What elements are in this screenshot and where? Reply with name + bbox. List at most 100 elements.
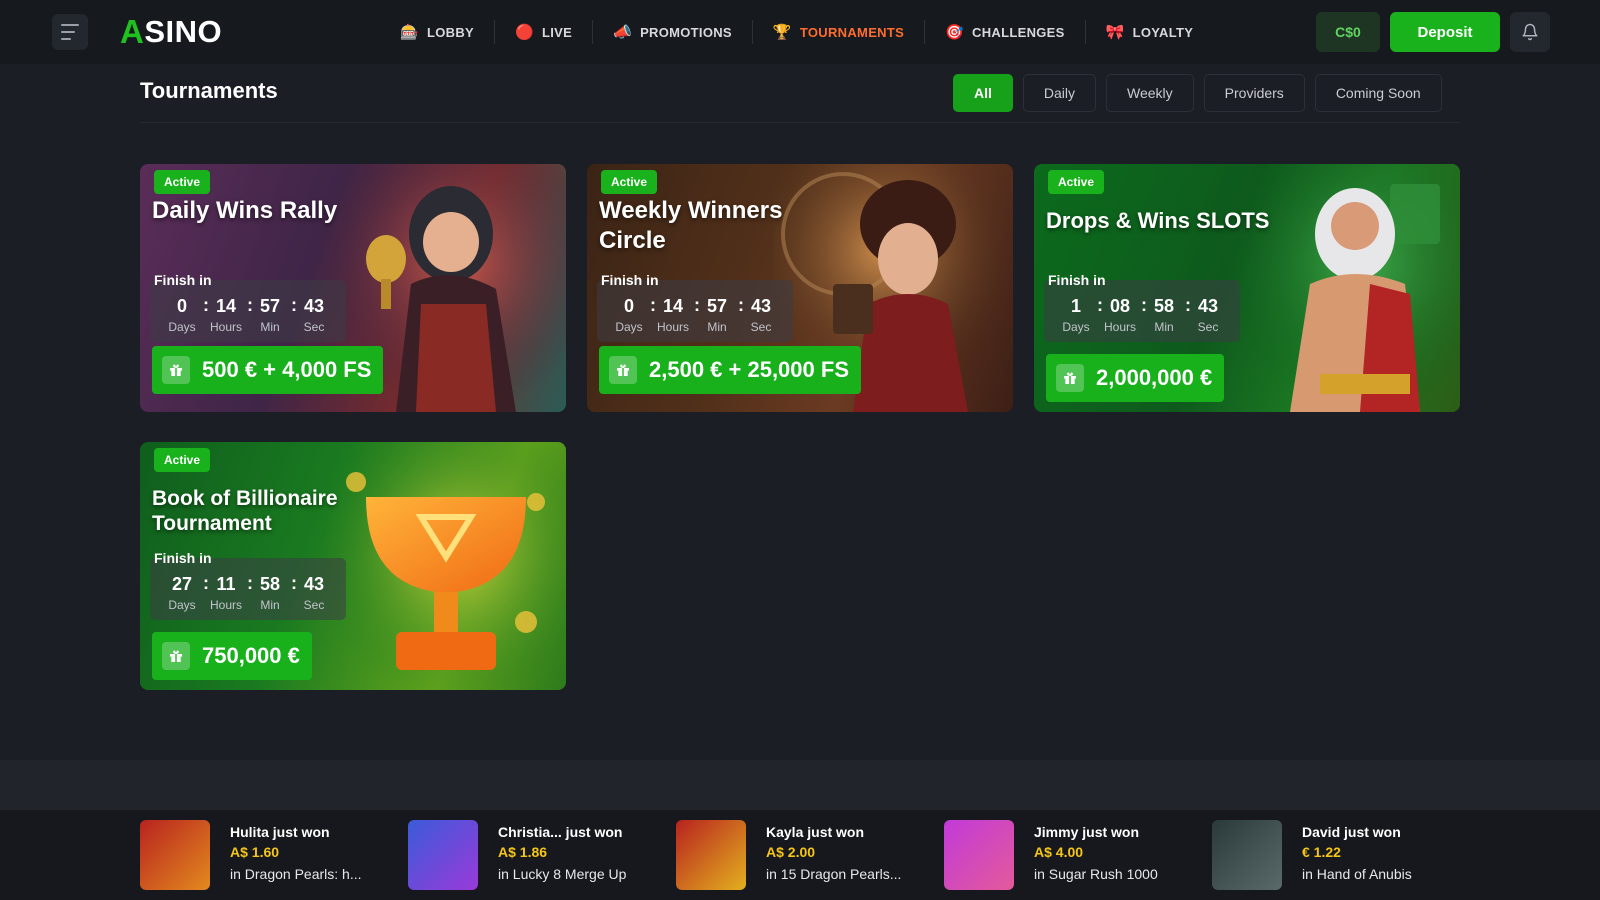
deposit-button[interactable]: Deposit xyxy=(1390,12,1500,52)
title-divider xyxy=(140,122,1460,123)
win-item[interactable]: Hulita just won A$ 1.60 in Dragon Pearls… xyxy=(140,820,408,890)
winner-name: David just won xyxy=(1302,824,1401,840)
win-game: in Sugar Rush 1000 xyxy=(1034,866,1158,882)
tournament-card[interactable]: Active Book of Billionaire Tournament 27… xyxy=(140,442,566,690)
winner-name: Christia... just won xyxy=(498,824,623,840)
gift-icon xyxy=(162,356,190,384)
live-icon: 🔴 xyxy=(514,24,534,41)
cd-days: 0 Days xyxy=(168,296,196,334)
recent-wins-ticker: Hulita just won A$ 1.60 in Dragon Pearls… xyxy=(0,810,1600,900)
cd-days: 1 Days xyxy=(1062,296,1090,334)
cd-min: 58 Min xyxy=(1153,296,1175,334)
filter-all[interactable]: All xyxy=(953,74,1013,112)
win-amount: € 1.22 xyxy=(1302,844,1341,860)
filter-coming-soon[interactable]: Coming Soon xyxy=(1314,74,1442,112)
megaphone-icon: 📣 xyxy=(613,24,633,41)
filter-daily[interactable]: Daily xyxy=(1022,74,1097,112)
cd-hours: 08 Hours xyxy=(1103,296,1136,334)
trophy-icon: 🏆 xyxy=(772,24,792,41)
bow-icon: 🎀 xyxy=(1105,24,1125,41)
countdown: 0 Days : 14 Hours : 57 Min : 43 Sec xyxy=(597,280,793,342)
nav-label: CHALLENGES xyxy=(972,24,1065,40)
golden-trophy-artwork xyxy=(326,442,566,690)
win-amount: A$ 2.00 xyxy=(766,844,816,860)
cd-sec: 43 Sec xyxy=(303,296,325,334)
status-badge: Active xyxy=(601,170,658,194)
countdown: 27 Days : 11 Hours : 58 Min : 43 Sec xyxy=(150,558,346,620)
cd-min: 57 Min xyxy=(706,296,728,334)
prize-amount: 2,500 € + 25,000 FS xyxy=(649,357,849,382)
prize-button[interactable]: 2,500 € + 25,000 FS xyxy=(599,346,861,394)
nav-promotions[interactable]: 📣 PROMOTIONS xyxy=(593,20,753,44)
zeus-artwork xyxy=(1220,164,1460,412)
card-title: Book of Billionaire Tournament xyxy=(152,487,338,535)
cd-min: 57 Min xyxy=(259,296,281,334)
site-logo[interactable]: A SINO xyxy=(120,13,223,50)
nav-loyalty[interactable]: 🎀 LOYALTY xyxy=(1086,20,1214,44)
finish-label: Finish in xyxy=(154,550,212,566)
cd-days: 27 Days xyxy=(168,574,196,612)
notifications-button[interactable] xyxy=(1510,12,1550,52)
card-title: Daily Wins Rally xyxy=(152,197,338,224)
win-game: in 15 Dragon Pearls... xyxy=(766,866,902,882)
status-badge: Active xyxy=(154,448,211,472)
game-thumbnail[interactable] xyxy=(944,820,1014,890)
top-header: A SINO 🎰 LOBBY 🔴 LIVE 📣 PROMOTIONS 🏆 TOUR… xyxy=(0,0,1600,64)
nav-label: LIVE xyxy=(541,24,573,40)
card-title: Weekly Winners Circle xyxy=(599,197,783,254)
target-icon: 🎯 xyxy=(945,24,965,41)
finish-label: Finish in xyxy=(1048,272,1106,288)
status-badge: Active xyxy=(1048,170,1105,194)
cd-hours: 11 Hours xyxy=(209,574,242,612)
prize-button[interactable]: 2,000,000 € xyxy=(1046,354,1225,402)
prize-amount: 2,000,000 € xyxy=(1096,365,1213,390)
win-game: in Hand of Anubis xyxy=(1302,866,1412,882)
logo-text: SINO xyxy=(144,14,223,49)
prize-button[interactable]: 750,000 € xyxy=(152,632,312,680)
slot-machine-icon: 🎰 xyxy=(400,24,419,41)
finish-label: Finish in xyxy=(154,272,212,288)
tournament-card[interactable]: Active Daily Wins Rally 0 Days : 14 Hours … xyxy=(140,164,566,412)
logo-mark: A xyxy=(120,13,145,50)
finish-label: Finish in xyxy=(601,272,659,288)
winner-name: Hulita just won xyxy=(230,824,330,840)
win-game: in Lucky 8 Merge Up xyxy=(498,866,627,882)
page-title: Tournaments xyxy=(140,78,278,103)
cd-sec: 43 Sec xyxy=(303,574,325,612)
game-thumbnail[interactable] xyxy=(140,820,210,890)
game-thumbnail[interactable] xyxy=(1212,820,1282,890)
nav-live[interactable]: 🔴 LIVE xyxy=(495,20,594,44)
win-item[interactable]: David just won € 1.22 in Hand of Anubis xyxy=(1212,820,1480,890)
filter-providers[interactable]: Providers xyxy=(1203,74,1305,112)
cd-hours: 14 Hours xyxy=(209,296,242,334)
tournament-card[interactable]: Active Drops & Wins SLOTS 1 Days : 08 Hour… xyxy=(1034,164,1460,412)
cd-days: 0 Days xyxy=(615,296,643,334)
nav-label: LOBBY xyxy=(426,24,474,40)
cd-sec: 43 Sec xyxy=(1197,296,1219,334)
balance-button[interactable]: C$0 xyxy=(1316,12,1380,52)
prize-button[interactable]: 500 € + 4,000 FS xyxy=(152,346,384,394)
winner-name: Jimmy just won xyxy=(1034,824,1140,840)
bell-icon xyxy=(1522,23,1538,41)
game-thumbnail[interactable] xyxy=(676,820,746,890)
win-item[interactable]: Christia... just won A$ 1.86 in Lucky 8 … xyxy=(408,820,676,890)
nav-lobby[interactable]: 🎰 LOBBY xyxy=(380,20,495,44)
winner-name: Kayla just won xyxy=(766,824,865,840)
win-item[interactable]: Kayla just won A$ 2.00 in 15 Dragon Pear… xyxy=(676,820,944,890)
gift-icon xyxy=(162,642,190,670)
prize-amount: 500 € + 4,000 FS xyxy=(202,357,372,382)
game-thumbnail[interactable] xyxy=(408,820,478,890)
nav-tournaments[interactable]: 🏆 TOURNAMENTS xyxy=(753,20,926,44)
cd-hours: 14 Hours xyxy=(656,296,689,334)
tournament-card[interactable]: Active Weekly Winners Circle 0 Days : 14 H… xyxy=(587,164,1013,412)
filter-weekly[interactable]: Weekly xyxy=(1106,74,1194,112)
win-game: in Dragon Pearls: h... xyxy=(230,866,362,882)
cd-min: 58 Min xyxy=(259,574,281,612)
win-amount: A$ 4.00 xyxy=(1034,844,1084,860)
win-item[interactable]: Jimmy just won A$ 4.00 in Sugar Rush 100… xyxy=(944,820,1212,890)
main-nav: 🎰 LOBBY 🔴 LIVE 📣 PROMOTIONS 🏆 TOURNAMENT… xyxy=(380,0,1213,64)
nav-challenges[interactable]: 🎯 CHALLENGES xyxy=(925,20,1086,44)
hamburger-menu-button[interactable] xyxy=(52,14,88,50)
countdown: 0 Days : 14 Hours : 57 Min : 43 Sec xyxy=(150,280,346,342)
nav-label: TOURNAMENTS xyxy=(799,24,905,40)
